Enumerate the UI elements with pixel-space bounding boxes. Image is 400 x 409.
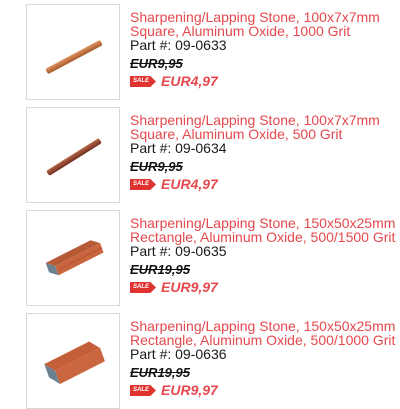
sale-price-line: SALE EUR4,97: [130, 176, 400, 193]
part-number: Part #: 09-0634: [130, 140, 227, 156]
product-thumbnail[interactable]: [26, 210, 120, 306]
product-title-line[interactable]: Rectangle, Aluminum Oxide, 500/1000 Grit: [130, 333, 400, 347]
product-title-line[interactable]: Rectangle, Aluminum Oxide, 500/1500 Grit: [130, 230, 400, 244]
part-number: Part #: 09-0635: [130, 243, 227, 259]
product-row[interactable]: Sharpening/Lapping Stone, 150x50x25mm Re…: [0, 210, 400, 306]
product-title[interactable]: Sharpening/Lapping Stone, 100x7x7mm Squa…: [130, 10, 400, 38]
sale-price-line: SALE EUR4,97: [130, 73, 400, 90]
sale-badge: SALE: [130, 282, 157, 293]
part-number: Part #: 09-0633: [130, 37, 227, 53]
rectangle-stone-icon: [45, 240, 104, 276]
sale-price: EUR4,97: [161, 73, 218, 89]
product-title[interactable]: Sharpening/Lapping Stone, 150x50x25mm Re…: [130, 319, 400, 347]
product-title[interactable]: Sharpening/Lapping Stone, 150x50x25mm Re…: [130, 216, 400, 244]
sale-price-line: SALE EUR9,97: [130, 279, 400, 296]
old-price: EUR9,95: [130, 159, 183, 174]
sale-price: EUR9,97: [161, 279, 218, 295]
product-row[interactable]: Sharpening/Lapping Stone, 100x7x7mm Squa…: [0, 4, 400, 100]
sale-price: EUR4,97: [161, 176, 218, 192]
sale-price: EUR9,97: [161, 382, 218, 398]
old-price: EUR9,95: [130, 56, 183, 71]
product-title-line[interactable]: Sharpening/Lapping Stone, 100x7x7mm: [130, 113, 400, 127]
square-stone-icon: [45, 40, 103, 74]
sale-price-line: SALE EUR9,97: [130, 382, 400, 399]
product-row[interactable]: Sharpening/Lapping Stone, 100x7x7mm Squa…: [0, 107, 400, 203]
product-title-line[interactable]: Sharpening/Lapping Stone, 150x50x25mm: [130, 216, 400, 230]
rectangle-stone-icon: [44, 341, 105, 384]
old-price: EUR19,95: [130, 262, 190, 277]
sale-badge: SALE: [130, 385, 157, 396]
product-thumbnail[interactable]: [26, 4, 120, 100]
product-thumbnail[interactable]: [26, 313, 120, 409]
square-stone-icon: [46, 138, 102, 176]
product-title-line[interactable]: Square, Aluminum Oxide, 500 Grit: [130, 127, 400, 141]
product-thumbnail[interactable]: [26, 107, 120, 203]
product-title-line[interactable]: Square, Aluminum Oxide, 1000 Grit: [130, 24, 400, 38]
product-title[interactable]: Sharpening/Lapping Stone, 100x7x7mm Squa…: [130, 113, 400, 141]
sale-badge: SALE: [130, 76, 157, 87]
product-row[interactable]: Sharpening/Lapping Stone, 150x50x25mm Re…: [0, 313, 400, 409]
product-title-line[interactable]: Sharpening/Lapping Stone, 150x50x25mm: [130, 319, 400, 333]
old-price: EUR19,95: [130, 365, 190, 380]
sale-badge: SALE: [130, 179, 157, 190]
product-title-line[interactable]: Sharpening/Lapping Stone, 100x7x7mm: [130, 10, 400, 24]
part-number: Part #: 09-0636: [130, 346, 227, 362]
